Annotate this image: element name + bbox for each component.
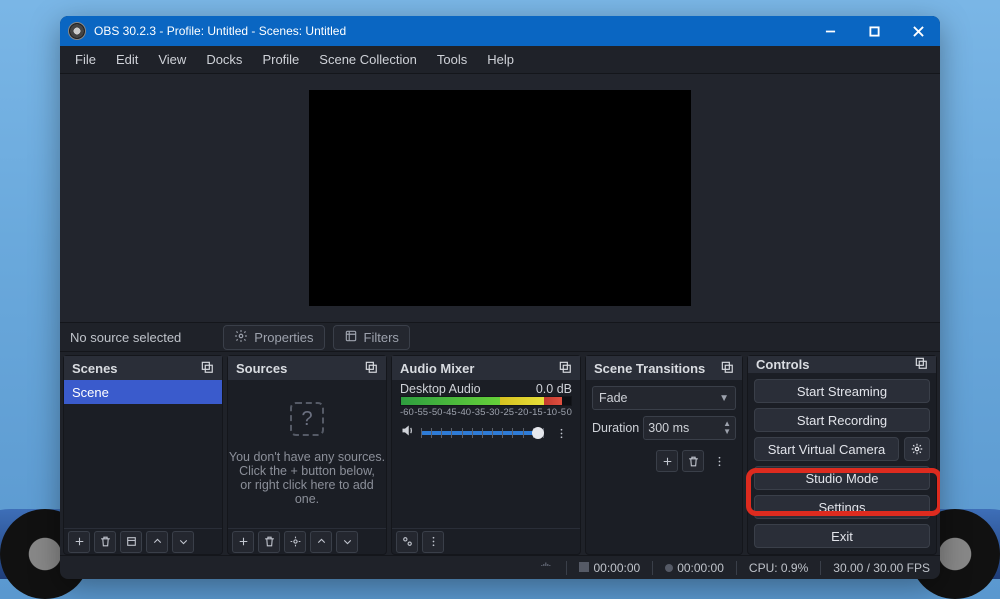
remove-scene-button[interactable] — [94, 531, 116, 553]
sources-dock: Sources ? You don't have any sources. Cl… — [227, 355, 387, 555]
transitions-title: Scene Transitions — [594, 361, 705, 376]
controls-title: Controls — [756, 357, 809, 372]
audio-mixer-dock: Audio Mixer Desktop Audio 0.0 dB -60-55 — [391, 355, 581, 555]
virtual-camera-settings-button[interactable] — [904, 437, 930, 461]
audio-scale: -60-55 -50-45 -40-35 -30-25 -20-15 -10-5… — [392, 407, 580, 418]
no-source-label: No source selected — [66, 330, 185, 345]
record-status-icon — [579, 562, 589, 572]
docks-row: Scenes Scene Sources — [60, 352, 940, 555]
popout-icon[interactable] — [720, 360, 734, 377]
chevron-down-icon: ▼ — [719, 393, 729, 404]
transition-select[interactable]: Fade ▼ — [592, 386, 736, 410]
menu-docks[interactable]: Docks — [197, 49, 251, 70]
stream-status-icon — [665, 564, 673, 572]
filters-icon — [344, 329, 358, 346]
network-status-icon — [538, 560, 554, 575]
start-virtual-camera-button[interactable]: Start Virtual Camera — [754, 437, 899, 461]
source-properties-button[interactable] — [284, 531, 306, 553]
popout-icon[interactable] — [558, 360, 572, 377]
properties-button[interactable]: Properties — [223, 325, 324, 350]
window-maximize-button[interactable] — [852, 16, 896, 46]
preview-canvas[interactable] — [309, 90, 691, 306]
add-source-button[interactable] — [232, 531, 254, 553]
obs-app-icon — [68, 22, 86, 40]
status-bar: 00:00:00 00:00:00 CPU: 0.9% 30.00 / 30.0… — [60, 555, 940, 579]
start-streaming-button[interactable]: Start Streaming — [754, 379, 930, 403]
window-titlebar: OBS 30.2.3 - Profile: Untitled - Scenes:… — [60, 16, 940, 46]
window-close-button[interactable] — [896, 16, 940, 46]
remove-transition-button[interactable] — [682, 450, 704, 472]
start-recording-button[interactable]: Start Recording — [754, 408, 930, 432]
mixer-advanced-button[interactable] — [396, 531, 418, 553]
scenes-dock: Scenes Scene — [63, 355, 223, 555]
track-menu-button[interactable] — [550, 422, 572, 444]
volume-slider[interactable] — [421, 431, 544, 435]
menu-profile[interactable]: Profile — [253, 49, 308, 70]
gear-icon — [234, 329, 248, 346]
popout-icon[interactable] — [914, 356, 928, 373]
transition-menu-button[interactable] — [708, 450, 730, 472]
mixer-track-level: 0.0 dB — [536, 382, 572, 396]
sources-title: Sources — [236, 361, 287, 376]
properties-label: Properties — [254, 330, 313, 345]
controls-dock: Controls Start Streaming Start Recording… — [747, 355, 937, 555]
menu-view[interactable]: View — [149, 49, 195, 70]
menu-scene-collection[interactable]: Scene Collection — [310, 49, 426, 70]
remove-source-button[interactable] — [258, 531, 280, 553]
mixer-menu-button[interactable] — [422, 531, 444, 553]
add-scene-button[interactable] — [68, 531, 90, 553]
filters-label: Filters — [364, 330, 399, 345]
filters-button[interactable]: Filters — [333, 325, 410, 350]
preview-area[interactable] — [60, 74, 940, 322]
popout-icon[interactable] — [200, 360, 214, 377]
source-toolbar: No source selected Properties Filters — [60, 322, 940, 352]
scene-transitions-dock: Scene Transitions Fade ▼ Duration 300 ms — [585, 355, 743, 555]
status-fps: 30.00 / 30.00 FPS — [833, 561, 930, 575]
exit-button[interactable]: Exit — [754, 524, 930, 548]
menu-help[interactable]: Help — [478, 49, 523, 70]
menu-tools[interactable]: Tools — [428, 49, 476, 70]
status-cpu: CPU: 0.9% — [749, 561, 808, 575]
status-record-time: 00:00:00 — [593, 561, 640, 575]
popout-icon[interactable] — [364, 360, 378, 377]
source-move-down-button[interactable] — [336, 531, 358, 553]
mixer-track-name: Desktop Audio — [400, 382, 481, 396]
scenes-title: Scenes — [72, 361, 118, 376]
studio-mode-button[interactable]: Studio Mode — [754, 466, 930, 490]
status-stream-time: 00:00:00 — [677, 561, 724, 575]
sources-empty-line: Click the + button below, — [239, 464, 375, 478]
scene-filters-button[interactable] — [120, 531, 142, 553]
window-title: OBS 30.2.3 - Profile: Untitled - Scenes:… — [94, 24, 346, 38]
menu-bar: File Edit View Docks Profile Scene Colle… — [60, 46, 940, 74]
settings-button[interactable]: Settings — [754, 495, 930, 519]
sources-empty-line: You don't have any sources. — [229, 450, 385, 464]
scene-move-up-button[interactable] — [146, 531, 168, 553]
scene-item[interactable]: Scene — [64, 380, 222, 404]
sources-list[interactable]: ? You don't have any sources. Click the … — [228, 380, 386, 528]
sources-empty-line: or right click here to add one. — [228, 478, 386, 506]
speaker-icon[interactable] — [400, 423, 415, 443]
obs-window: OBS 30.2.3 - Profile: Untitled - Scenes:… — [60, 16, 940, 579]
scene-move-down-button[interactable] — [172, 531, 194, 553]
duration-label: Duration — [592, 421, 639, 435]
duration-spinner[interactable]: 300 ms ▲▼ — [643, 416, 736, 440]
add-transition-button[interactable] — [656, 450, 678, 472]
source-move-up-button[interactable] — [310, 531, 332, 553]
menu-file[interactable]: File — [66, 49, 105, 70]
duration-value: 300 ms — [648, 421, 689, 435]
window-minimize-button[interactable] — [808, 16, 852, 46]
question-placeholder-icon: ? — [290, 402, 324, 436]
menu-edit[interactable]: Edit — [107, 49, 147, 70]
audio-meter — [400, 396, 572, 406]
transition-selected-label: Fade — [599, 391, 628, 405]
sources-empty-state: ? You don't have any sources. Click the … — [228, 380, 386, 528]
mixer-title: Audio Mixer — [400, 361, 474, 376]
chevron-down-icon[interactable]: ▼ — [723, 428, 731, 436]
